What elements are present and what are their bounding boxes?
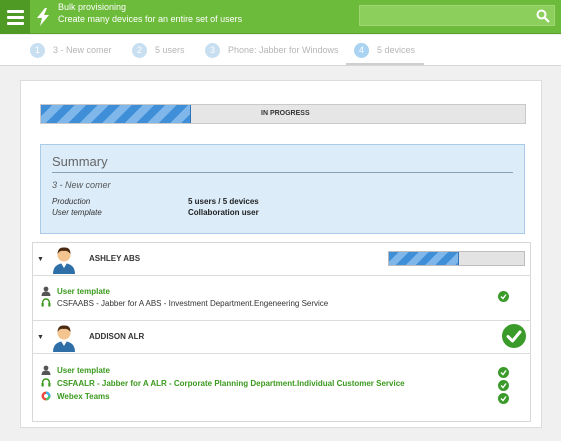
page-title: Bulk provisioning — [58, 2, 127, 12]
detail-row: CSFAALR - Jabber for A ALR - Corporate P… — [41, 377, 405, 389]
summary-divider — [52, 172, 513, 173]
summary-title: Summary — [52, 154, 108, 169]
step-3[interactable]: 3 Phone: Jabber for Windows — [205, 42, 339, 58]
detail-row: CSFAABS - Jabber for A ABS - Investment … — [41, 297, 328, 309]
search-input[interactable] — [359, 5, 555, 26]
step-4[interactable]: 4 5 devices — [354, 42, 415, 58]
user-row-ashley[interactable]: ▼ ASHLEY ABS — [33, 243, 530, 276]
summary-label: User template — [52, 208, 102, 217]
user-progress-bar — [388, 251, 525, 266]
collapse-caret-icon[interactable]: ▼ — [37, 256, 44, 263]
detail-text: Webex Teams — [57, 391, 110, 401]
summary-subtitle: 3 - New comer — [52, 180, 111, 190]
top-bar: Bulk provisioning Create many devices fo… — [0, 0, 561, 34]
user-progress-fill — [389, 252, 460, 265]
active-step-underline — [346, 63, 424, 65]
step-number: 4 — [354, 42, 369, 58]
detail-text: User template — [57, 365, 110, 375]
overall-progress-bar: IN PROGRESS — [40, 104, 526, 124]
step-label: 5 users — [155, 45, 185, 55]
avatar-icon — [53, 325, 75, 352]
summary-value: 5 users / 5 devices — [188, 197, 259, 206]
wizard-steps: 1 3 - New comer 2 5 users 3 Phone: Jabbe… — [0, 35, 561, 66]
page-subtitle: Create many devices for an entire set of… — [58, 14, 243, 24]
detail-row: Webex Teams — [41, 390, 110, 402]
success-check-icon — [498, 393, 509, 404]
headset-icon — [41, 298, 51, 307]
detail-text: CSFAABS - Jabber for A ABS - Investment … — [57, 298, 329, 308]
step-1[interactable]: 1 3 - New comer — [30, 42, 112, 58]
avatar-icon — [53, 247, 75, 274]
step-2[interactable]: 2 5 users — [132, 42, 185, 58]
provisioning-card: IN PROGRESS Summary 3 - New comer Produc… — [20, 80, 542, 428]
person-icon — [41, 286, 51, 296]
summary-value: Collaboration user — [188, 208, 259, 217]
success-check-icon — [498, 380, 509, 391]
person-icon — [41, 365, 51, 375]
step-label: 3 - New comer — [53, 45, 112, 55]
user-name: ASHLEY ABS — [89, 254, 141, 263]
step-label: Phone: Jabber for Windows — [228, 45, 339, 55]
headset-icon — [41, 378, 51, 387]
user-details: User template CSFAABS - Jabber for A ABS… — [33, 276, 530, 321]
user-details: User template CSFAALR - Jabber for A ALR… — [33, 354, 530, 421]
collapse-caret-icon[interactable]: ▼ — [37, 334, 44, 341]
detail-row: User template — [41, 364, 110, 376]
completed-check-icon — [502, 324, 526, 348]
detail-text: User template — [57, 286, 110, 296]
step-number: 3 — [205, 42, 220, 58]
step-label: 5 devices — [377, 45, 416, 55]
success-check-icon — [498, 367, 509, 378]
webex-icon — [41, 391, 51, 401]
summary-panel: Summary 3 - New comer Production 5 users… — [40, 144, 525, 234]
hamburger-menu-icon[interactable] — [0, 0, 30, 34]
step-number: 1 — [30, 42, 45, 58]
summary-label: Production — [52, 197, 91, 206]
success-check-icon — [498, 291, 509, 302]
user-name: ADDISON ALR — [89, 332, 145, 341]
search-icon[interactable] — [535, 8, 551, 24]
progress-status: IN PROGRESS — [261, 110, 310, 117]
step-number: 2 — [132, 42, 147, 58]
progress-fill — [41, 105, 192, 123]
user-list: ▼ ASHLEY ABS User template CSFAABS - Jab… — [32, 242, 531, 422]
detail-row: User template — [41, 285, 110, 297]
detail-text: CSFAALR - Jabber for A ALR - Corporate P… — [57, 378, 405, 388]
lightning-icon — [37, 8, 49, 26]
user-row-addison[interactable]: ▼ ADDISON ALR — [33, 321, 530, 354]
